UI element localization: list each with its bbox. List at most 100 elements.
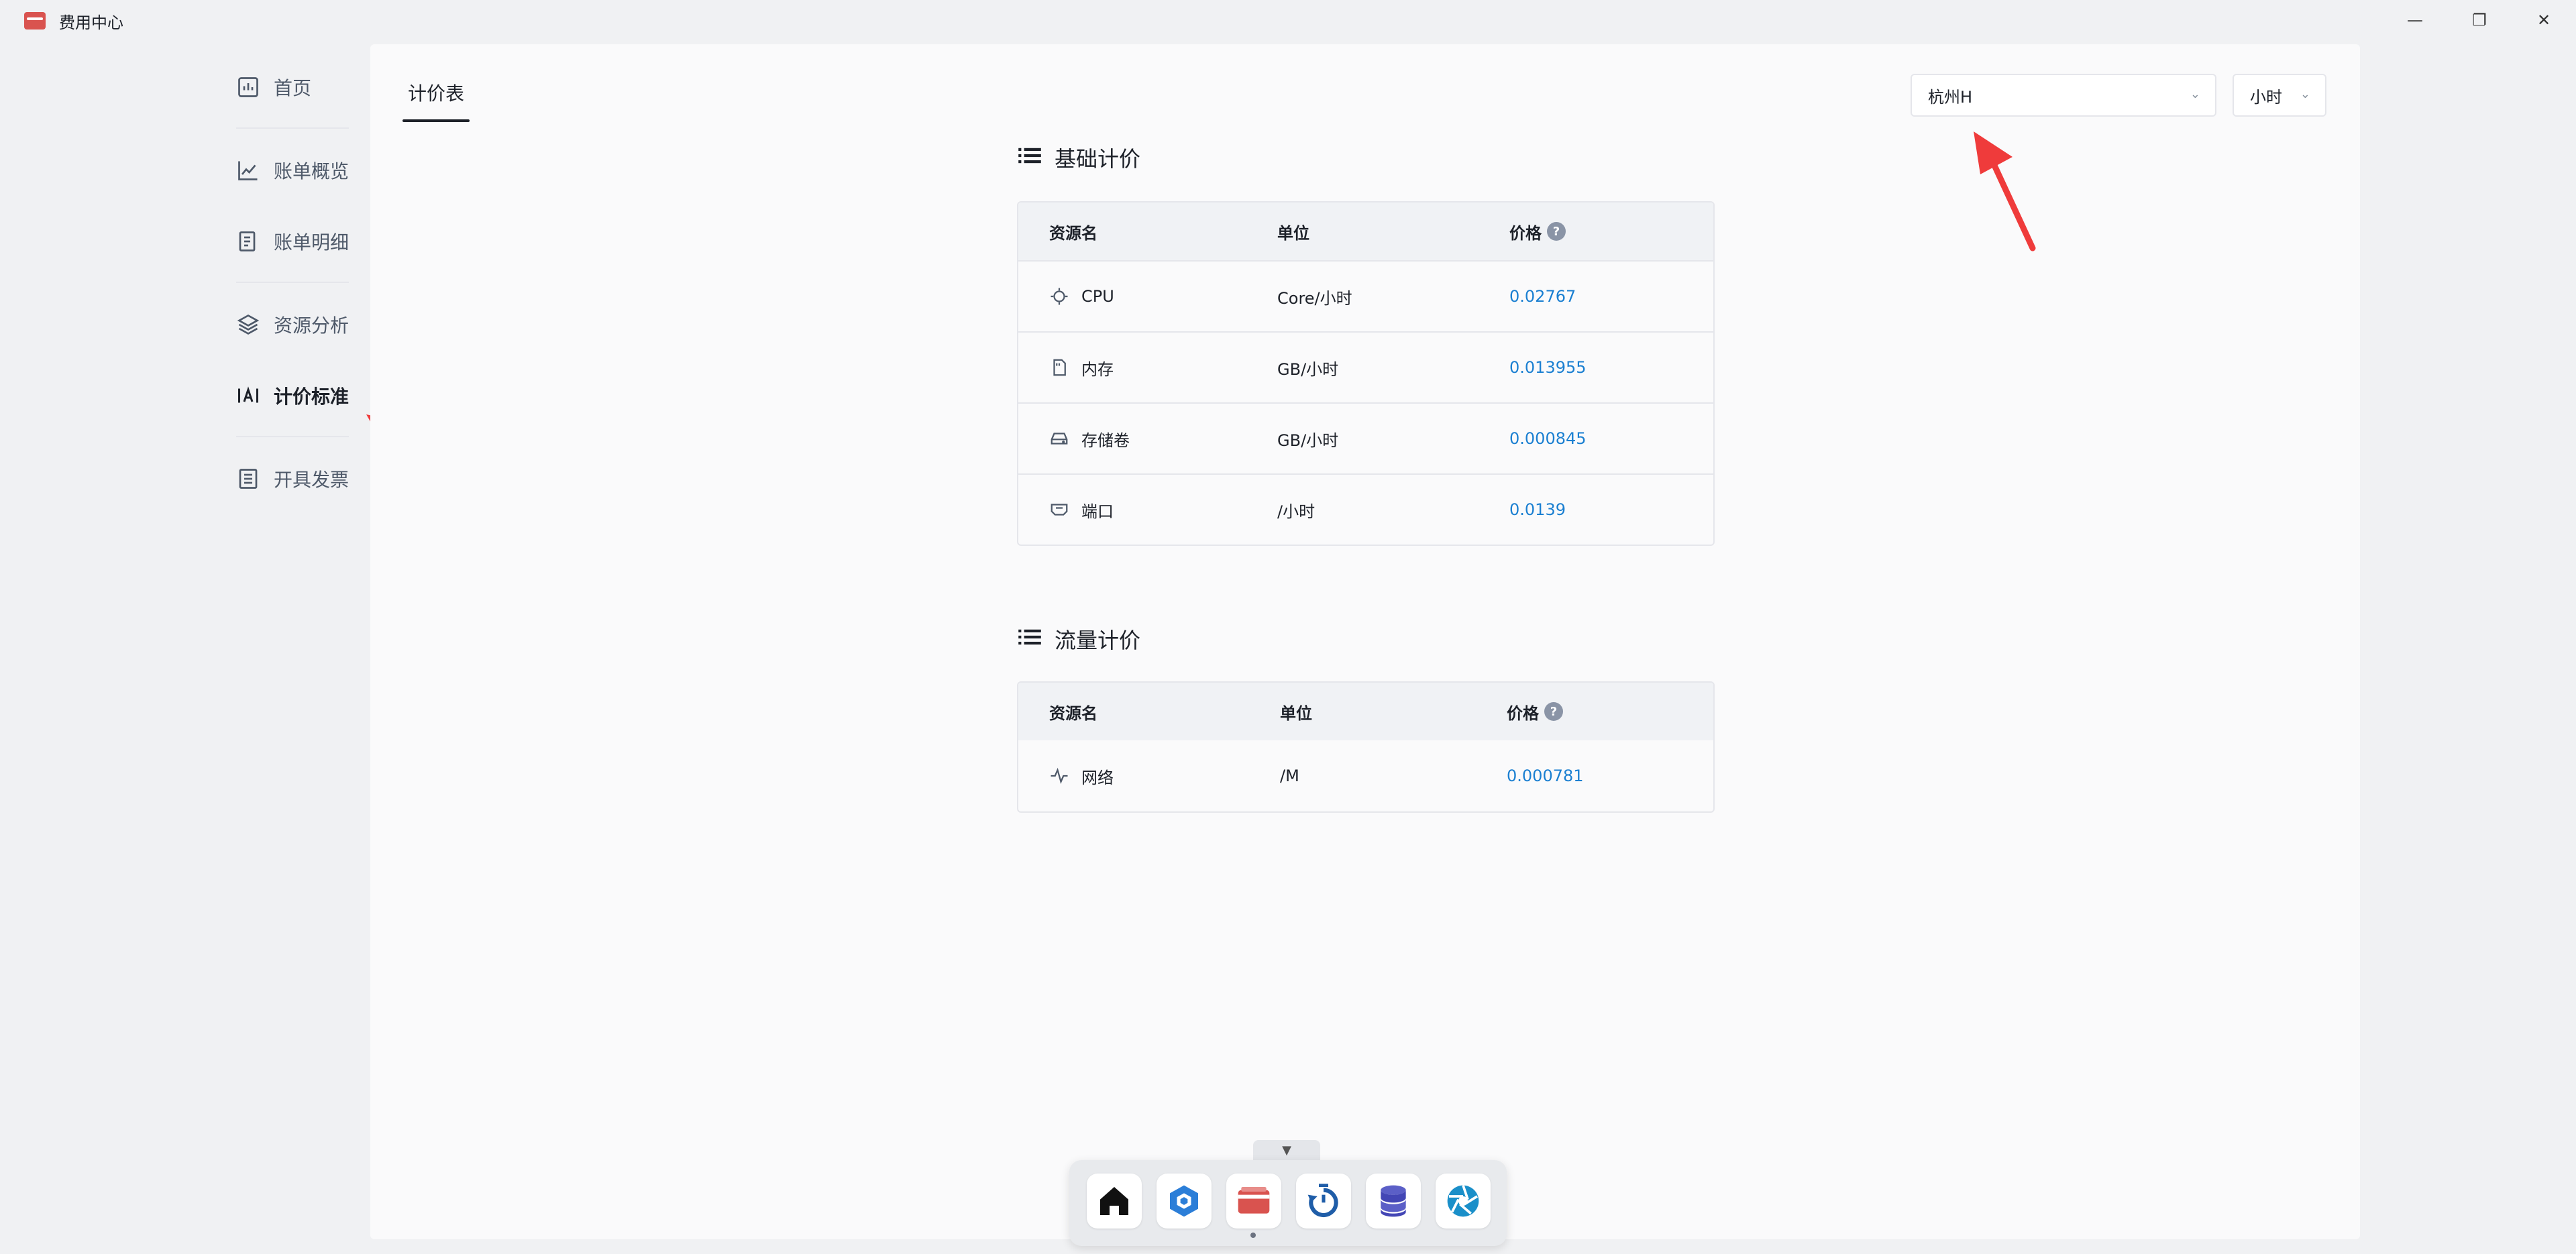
sidebar-item-label: 资源分析 bbox=[274, 315, 350, 337]
resource-price: 0.02767 bbox=[1509, 287, 1576, 306]
line-chart-icon bbox=[236, 158, 260, 182]
sidebar-divider bbox=[236, 127, 349, 129]
dock-collapse-handle[interactable]: ▼ bbox=[1253, 1140, 1320, 1160]
region-select-value: 杭州H bbox=[1928, 87, 1973, 107]
resource-name-cell: 端口 bbox=[1049, 475, 1114, 545]
header-price-label: 价格 bbox=[1507, 703, 1539, 723]
text-cursor-icon bbox=[236, 384, 260, 408]
dock-app-wallet[interactable] bbox=[1226, 1174, 1281, 1229]
section-title-text: 基础计价 bbox=[1055, 146, 1141, 172]
dock-active-indicator bbox=[1250, 1233, 1256, 1238]
section-title-text: 流量计价 bbox=[1055, 628, 1141, 653]
dock bbox=[1069, 1160, 1507, 1246]
sidebar-item-label: 账单概览 bbox=[274, 160, 350, 182]
cube-icon bbox=[1170, 1185, 1198, 1217]
basic-pricing-title: 基础计价 bbox=[1018, 142, 1140, 173]
resource-name: 存储卷 bbox=[1081, 431, 1130, 450]
dashboard-icon bbox=[236, 75, 260, 99]
sidebar-item-pricing-standard[interactable]: 计价标准 bbox=[236, 376, 357, 416]
home-icon bbox=[1100, 1187, 1128, 1215]
table-header: 资源名 单位 价格 ? bbox=[1018, 203, 1713, 260]
tab-pricing-table[interactable]: 计价表 bbox=[408, 79, 464, 115]
chevron-down-icon: ⌄ bbox=[2190, 87, 2200, 101]
memory-card-icon bbox=[1049, 357, 1069, 378]
resource-price: 0.000845 bbox=[1509, 429, 1587, 448]
chip-icon bbox=[1049, 286, 1069, 306]
chevron-down-icon: ⌄ bbox=[2300, 87, 2310, 101]
wallet-icon bbox=[1238, 1187, 1270, 1214]
sidebar-item-home[interactable]: 首页 bbox=[236, 67, 357, 107]
resource-name: 端口 bbox=[1081, 502, 1114, 521]
resource-name: CPU bbox=[1081, 287, 1114, 306]
resource-price: 0.0139 bbox=[1509, 500, 1566, 519]
sidebar: 首页 账单概览 账单明细 资源分析 计价标准 开具发票 bbox=[0, 40, 368, 1254]
document-icon bbox=[236, 467, 260, 491]
resource-name: 网络 bbox=[1081, 768, 1114, 787]
sidebar-divider bbox=[236, 436, 349, 437]
resource-unit: /小时 bbox=[1277, 502, 1316, 521]
table-row: 存储卷 GB/小时 0.000845 bbox=[1018, 402, 1713, 473]
traffic-pricing-table: 资源名 单位 价格 ? 网络 /M 0.000781 bbox=[1017, 681, 1715, 813]
resource-name-cell: 存储卷 bbox=[1049, 404, 1130, 473]
sidebar-item-invoice[interactable]: 开具发票 bbox=[236, 459, 357, 499]
aperture-icon bbox=[1447, 1185, 1479, 1217]
resource-unit: Core/小时 bbox=[1277, 288, 1352, 308]
header-unit: 单位 bbox=[1280, 703, 1312, 723]
minimize-button[interactable]: — bbox=[2383, 0, 2447, 40]
resource-unit: /M bbox=[1280, 766, 1299, 785]
unit-select-value: 小时 bbox=[2250, 87, 2282, 107]
dock-app-cube[interactable] bbox=[1157, 1174, 1212, 1229]
unit-select[interactable]: 小时 ⌄ bbox=[2233, 74, 2326, 117]
list-icon bbox=[1018, 145, 1041, 170]
dock-app-aperture[interactable] bbox=[1436, 1174, 1491, 1229]
sidebar-item-label: 账单明细 bbox=[274, 231, 350, 253]
traffic-pricing-title: 流量计价 bbox=[1018, 624, 1140, 654]
resource-unit: GB/小时 bbox=[1277, 431, 1339, 450]
layers-icon bbox=[236, 312, 260, 337]
dock-app-home[interactable] bbox=[1087, 1174, 1142, 1229]
help-icon[interactable]: ? bbox=[1547, 222, 1566, 241]
header-resource-name: 资源名 bbox=[1049, 223, 1097, 243]
help-icon[interactable]: ? bbox=[1544, 702, 1563, 721]
activity-icon bbox=[1049, 766, 1069, 786]
active-tab-indicator bbox=[402, 119, 470, 122]
sidebar-item-label: 首页 bbox=[274, 77, 312, 99]
header-price: 价格 ? bbox=[1509, 203, 1566, 260]
wallet-app-icon bbox=[24, 12, 46, 30]
basic-pricing-table: 资源名 单位 价格 ? CPU Core/小时 0.02767 内存 GB/小时… bbox=[1017, 201, 1715, 546]
table-row: 网络 /M 0.000781 bbox=[1018, 740, 1713, 811]
sidebar-item-bill-overview[interactable]: 账单概览 bbox=[236, 150, 357, 190]
sidebar-item-bill-details[interactable]: 账单明细 bbox=[236, 221, 357, 262]
resource-price: 0.000781 bbox=[1507, 766, 1584, 785]
resource-unit: GB/小时 bbox=[1277, 359, 1339, 379]
table-header: 资源名 单位 价格 ? bbox=[1018, 683, 1713, 740]
annotation-arrow-region bbox=[1974, 131, 2036, 251]
region-select[interactable]: 杭州H ⌄ bbox=[1911, 74, 2216, 117]
sidebar-item-label: 计价标准 bbox=[274, 386, 350, 408]
close-button[interactable]: ✕ bbox=[2512, 0, 2576, 40]
title-bar: 费用中心 — ❐ ✕ bbox=[0, 0, 2576, 40]
table-row: 端口 /小时 0.0139 bbox=[1018, 473, 1713, 545]
hard-drive-icon bbox=[1049, 429, 1069, 449]
restore-button[interactable]: ❐ bbox=[2447, 0, 2512, 40]
header-unit: 单位 bbox=[1277, 223, 1309, 243]
main-panel: 计价表 杭州H ⌄ 小时 ⌄ 基础计价 资源名 单位 价格 ? CPU Core… bbox=[370, 44, 2360, 1239]
resource-name-cell: 网络 bbox=[1049, 740, 1114, 811]
port-icon bbox=[1049, 500, 1069, 520]
dock-app-timer[interactable] bbox=[1296, 1174, 1351, 1229]
table-row: CPU Core/小时 0.02767 bbox=[1018, 260, 1713, 331]
header-resource-name: 资源名 bbox=[1049, 703, 1097, 723]
header-price: 价格 ? bbox=[1507, 683, 1563, 740]
dock-app-database[interactable] bbox=[1366, 1174, 1421, 1229]
window-controls: — ❐ ✕ bbox=[2383, 0, 2576, 40]
sidebar-item-label: 开具发票 bbox=[274, 469, 350, 491]
resource-name-cell: CPU bbox=[1049, 262, 1114, 331]
header-price-label: 价格 bbox=[1509, 223, 1542, 243]
sidebar-item-resource-analysis[interactable]: 资源分析 bbox=[236, 304, 357, 345]
list-icon bbox=[1018, 626, 1041, 652]
receipt-icon bbox=[236, 229, 260, 253]
resource-price: 0.013955 bbox=[1509, 358, 1587, 377]
timer-icon bbox=[1307, 1184, 1338, 1218]
sidebar-divider bbox=[236, 282, 349, 283]
database-icon bbox=[1381, 1185, 1406, 1217]
